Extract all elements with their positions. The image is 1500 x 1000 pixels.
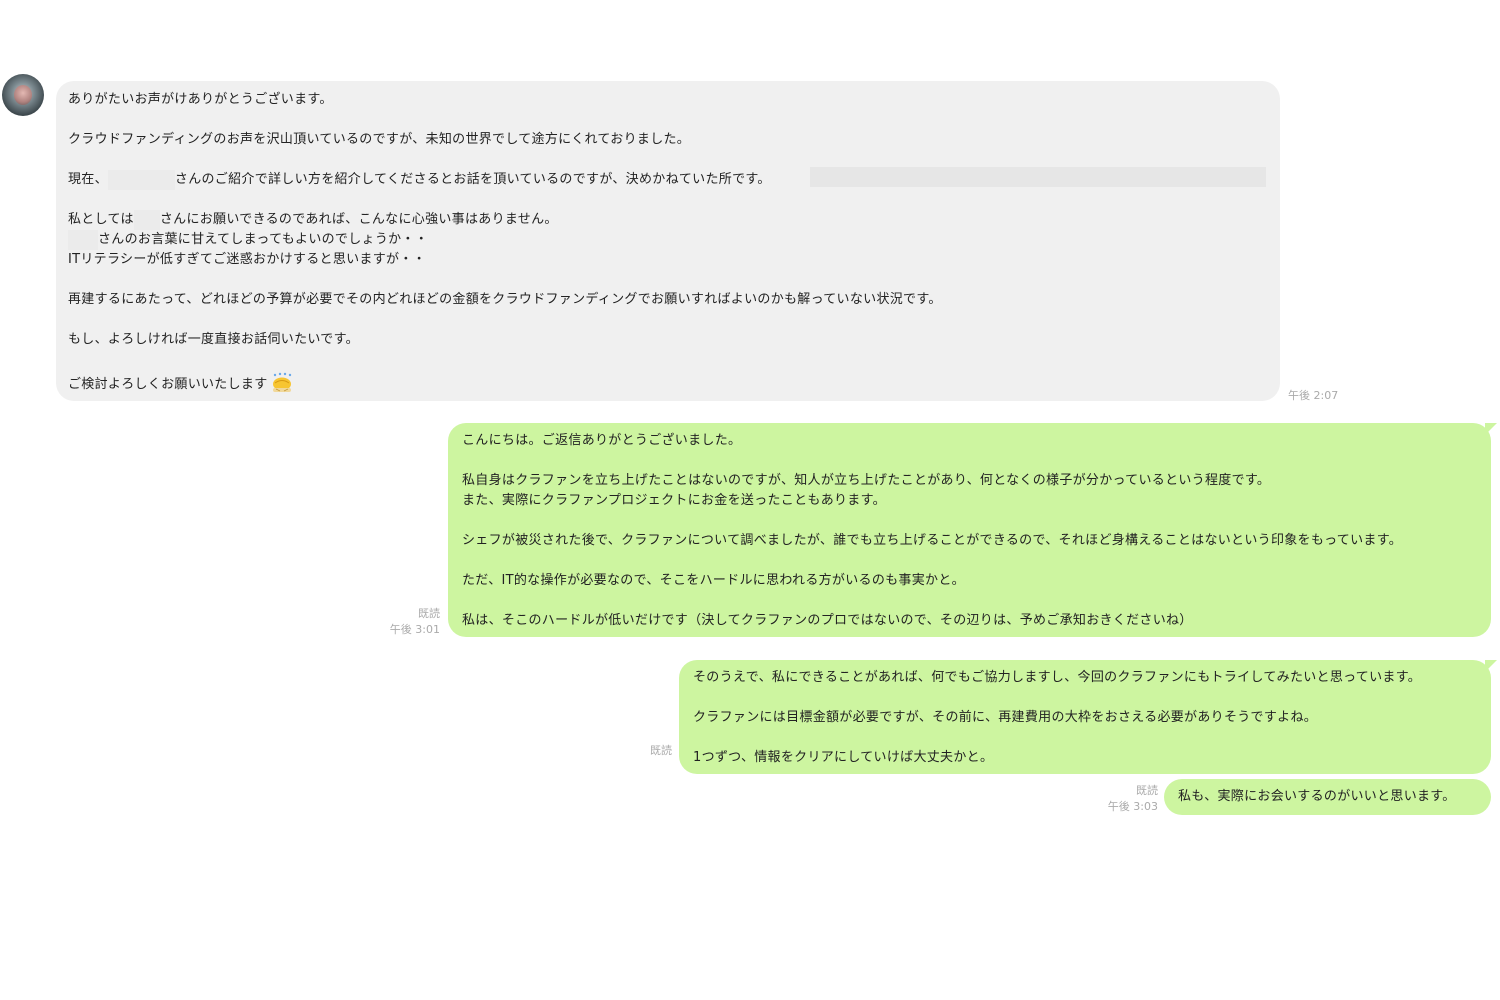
outgoing-message-bubble[interactable]: そのうえで、私にできることがあれば、何でもご協力しますし、今回のクラファンにもト… [679, 660, 1491, 774]
message-text: 私としては [68, 212, 134, 227]
message-line: クラファンには目標金額が必要ですが、その前に、再建費用の大枠をおさえる必要があり… [693, 710, 1318, 725]
message-line: ITリテラシーが低すぎてご迷惑おかけすると思いますが・・ [68, 252, 426, 267]
read-status: 既読 [650, 744, 672, 757]
incoming-message-bubble[interactable]: ありがたいお声がけありがとうございます。 クラウドファンディングのお声を沢山頂い… [56, 81, 1280, 401]
message-timestamp: 午後 2:07 [1288, 389, 1339, 402]
message-timestamp: 午後 3:01 [389, 623, 440, 636]
contact-avatar[interactable] [2, 74, 44, 116]
chat-thread: ありがたいお声がけありがとうございます。 クラウドファンディングのお声を沢山頂い… [0, 0, 1500, 1000]
message-line: ご検討よろしくお願いいたします [68, 372, 1268, 395]
message-line: 私は、そこのハードルが低いだけです（決してクラファンのプロではないので、その辺り… [462, 613, 1193, 628]
message-line: 再建するにあたって、どれほどの予算が必要でその内どれほどの金額をクラウドファンデ… [68, 292, 942, 307]
redacted-name [107, 170, 175, 190]
message-text: さんのお言葉に甘えてしまってもよいのでしょうか・・ [98, 232, 429, 247]
read-status: 既読 [1136, 784, 1158, 797]
redacted-name [68, 230, 98, 250]
message-text: さんのご紹介で詳しい方を紹介してくださるとお話を頂いているのですが、決めかねてい… [174, 172, 771, 187]
message-text: 現在、 [68, 172, 108, 187]
message-line: また、実際にクラファンプロジェクトにお金を送ったこともあります。 [462, 493, 886, 508]
message-line: さんのお言葉に甘えてしまってもよいのでしょうか・・ [68, 230, 1268, 250]
message-line: 私としては さんにお願いできるのであれば、こんなに心強い事はありません。 [68, 210, 1268, 230]
message-line: シェフが被災された後で、クラファンについて調べましたが、誰でも立ち上げることがで… [462, 533, 1403, 548]
message-line: こんにちは。ご返信ありがとうございました。 [462, 433, 742, 448]
bowing-person-emoji [272, 372, 291, 392]
read-receipt: 既読 午後 3:03 [1086, 783, 1158, 815]
message-line: 私も、実際にお会いするのがいいと思います。 [1178, 789, 1456, 804]
message-line: ありがたいお声がけありがとうございます。 [68, 92, 333, 107]
message-line: 私自身はクラファンを立ち上げたことはないのですが、知人が立ち上げたことがあり、何… [462, 473, 1271, 488]
message-line: もし、よろしければ一度直接お話伺いたいです。 [68, 332, 359, 347]
message-line: 1つずつ、情報をクリアにしていけば大丈夫かと。 [693, 750, 994, 765]
message-text: ご検討よろしくお願いいたします [68, 377, 268, 392]
outgoing-message-bubble[interactable]: こんにちは。ご返信ありがとうございました。 私自身はクラファンを立ち上げたことは… [448, 423, 1491, 637]
outgoing-message-bubble[interactable]: 私も、実際にお会いするのがいいと思います。 [1164, 779, 1491, 815]
message-text: さんにお願いできるのであれば、こんなに心強い事はありません。 [159, 212, 558, 227]
message-line: クラウドファンディングのお声を沢山頂いているのですが、未知の世界でして途方にくれ… [68, 132, 691, 147]
redacted-text [810, 167, 1266, 187]
read-receipt: 既読 午後 3:01 [370, 606, 440, 638]
message-line: ただ、IT的な操作が必要なので、そこをハードルに思われる方がいるのも事実かと。 [462, 573, 965, 588]
redacted-name [133, 210, 160, 230]
message-line: そのうえで、私にできることがあれば、何でもご協力しますし、今回のクラファンにもト… [693, 670, 1421, 685]
read-status: 既読 [418, 607, 440, 620]
read-receipt: 既読 [600, 743, 672, 759]
avatar-image [14, 85, 32, 105]
message-timestamp: 午後 3:03 [1107, 800, 1158, 813]
